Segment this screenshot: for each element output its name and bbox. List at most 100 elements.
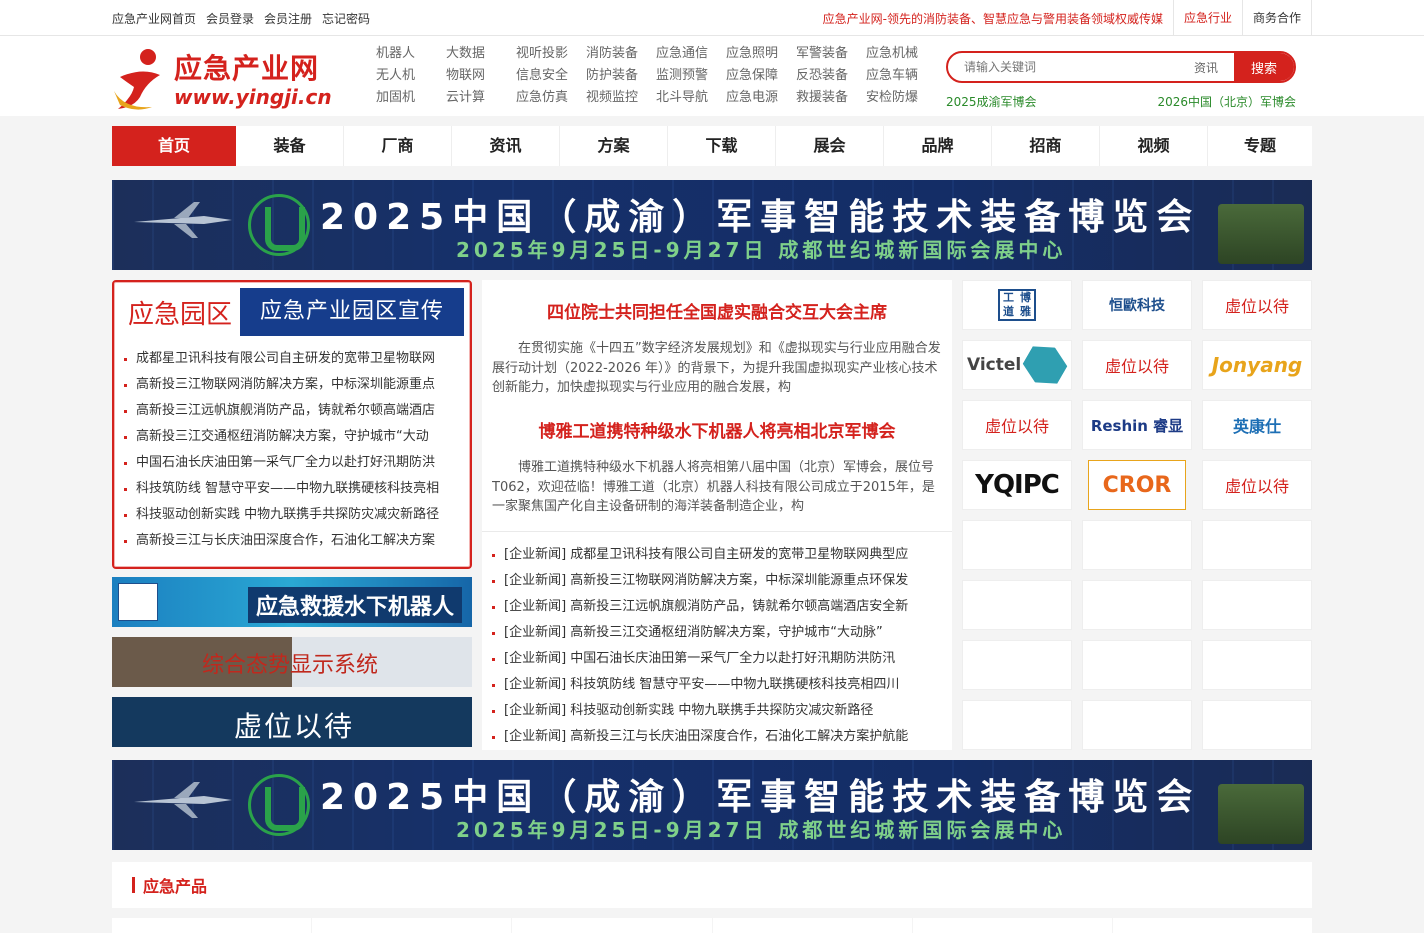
product-card[interactable] [712, 918, 912, 933]
category-link[interactable]: 机器人 [376, 45, 446, 63]
category-link[interactable]: 反恐装备 [796, 67, 866, 85]
news-item[interactable]: [企业新闻] 高新投三江物联网消防解决方案，中标深圳能源重点环保发 [492, 568, 942, 594]
news-item[interactable]: [企业新闻] 科技筑防线 智慧守平安——中物九联携硬核科技亮相四川 [492, 672, 942, 698]
nav-news[interactable]: 资讯 [452, 126, 560, 166]
banner-subtitle: 2025年9月25日-9月27日 成都世纪城新国际会展中心 [456, 238, 1067, 262]
category-link[interactable]: 云计算 [446, 89, 516, 107]
brand-slot-empty [962, 640, 1072, 690]
product-card[interactable] [1112, 918, 1313, 933]
brand-victel[interactable]: Victel [962, 340, 1072, 390]
nav-solutions[interactable]: 方案 [560, 126, 668, 166]
category-link[interactable]: 消防装备 [586, 45, 656, 63]
nav-exhibitions[interactable]: 展会 [776, 126, 884, 166]
category-link[interactable]: 应急通信 [656, 45, 726, 63]
feature-title[interactable]: 博雅工道携特种级水下机器人将亮相北京军博会 [492, 417, 942, 442]
expo-link-chengyu[interactable]: 2025成渝军博会 [946, 93, 1037, 110]
search-type-select[interactable]: 资讯 [1194, 59, 1218, 76]
boya-logo-icon [118, 583, 158, 621]
category-link[interactable]: 信息安全 [516, 67, 586, 85]
category-link[interactable]: 监测预警 [656, 67, 726, 85]
register-link[interactable]: 会员注册 [264, 10, 312, 27]
list-item[interactable]: 成都星卫讯科技有限公司自主研发的宽带卫星物联网 [120, 346, 464, 372]
news-item[interactable]: [企业新闻] 科技驱动创新实践 中物九联携手共探防灾减灾新路径 [492, 698, 942, 724]
category-link[interactable]: 视频监控 [586, 89, 656, 107]
category-link[interactable]: 防护装备 [586, 67, 656, 85]
category-link[interactable]: 应急保障 [726, 67, 796, 85]
site-logo[interactable]: 应急产业网 www.yingji.cn [112, 41, 342, 111]
expo-banner-top[interactable]: 2025中国（成渝）军事智能技术装备博览会 2025年9月25日-9月27日 成… [112, 180, 1312, 270]
login-link[interactable]: 会员登录 [206, 10, 254, 27]
home-link[interactable]: 应急产业网首页 [112, 10, 196, 27]
list-item[interactable]: 中国石油长庆油田第一采气厂全力以赴打好汛期防洪 [120, 450, 464, 476]
feature-title[interactable]: 四位院士共同担任全国虚实融合交互大会主席 [492, 298, 942, 323]
category-link[interactable]: 无人机 [376, 67, 446, 85]
nav-brands[interactable]: 品牌 [884, 126, 992, 166]
forgot-password-link[interactable]: 忘记密码 [322, 10, 370, 27]
ad-vacant[interactable]: 虚位以待 [112, 697, 472, 747]
list-item[interactable]: 高新投三江交通枢纽消防解决方案，守护城市“大动 [120, 424, 464, 450]
category-link[interactable]: 大数据 [446, 45, 516, 63]
category-link[interactable]: 应急照明 [726, 45, 796, 63]
category-link[interactable]: 安检防爆 [866, 89, 936, 107]
brand-yqipc[interactable]: YQIPC [962, 460, 1072, 510]
category-link[interactable]: 物联网 [446, 67, 516, 85]
nav-home[interactable]: 首页 [112, 126, 236, 166]
category-link[interactable]: 应急车辆 [866, 67, 936, 85]
industry-link[interactable]: 应急行业 [1172, 0, 1242, 36]
list-item[interactable]: 高新投三江物联网消防解决方案，中标深圳能源重点 [120, 372, 464, 398]
nav-downloads[interactable]: 下载 [668, 126, 776, 166]
expo-link-beijing[interactable]: 2026中国（北京）军博会 [1157, 93, 1296, 110]
search-button[interactable]: 搜索 [1234, 53, 1294, 81]
brand-reshin[interactable]: Reshin 睿显 [1082, 400, 1192, 450]
business-link[interactable]: 商务合作 [1241, 0, 1312, 36]
list-item[interactable]: 高新投三江远帆旗舰消防产品，铸就希尔顿高端酒店 [120, 398, 464, 424]
nav-topics[interactable]: 专题 [1208, 126, 1312, 166]
brand-vacant[interactable]: 虚位以待 [962, 400, 1072, 450]
nav-equipment[interactable]: 装备 [236, 126, 344, 166]
news-item[interactable]: [企业新闻] 高新投三江远帆旗舰消防产品，铸就希尔顿高端酒店安全新 [492, 594, 942, 620]
news-item[interactable]: [企业新闻] 高新投三江交通枢纽消防解决方案，守护城市“大动脉” [492, 620, 942, 646]
list-item[interactable]: 高新投三江与长庆油田深度合作，石油化工解决方案 [120, 528, 464, 554]
news-list: [企业新闻] 成都星卫讯科技有限公司自主研发的宽带卫星物联网典型应 [企业新闻]… [482, 532, 952, 750]
category-link[interactable]: 应急电源 [726, 89, 796, 107]
brand-jonyang[interactable]: Jonyang [1202, 340, 1312, 390]
category-link[interactable]: 加固机 [376, 89, 446, 107]
expo-emblem-icon [248, 774, 310, 836]
ad-situation-display[interactable]: 综合态势显示系统 [112, 637, 472, 687]
brand-name: 恒歐科技 [1109, 298, 1165, 314]
product-card[interactable] [512, 918, 712, 933]
list-item[interactable]: 科技筑防线 智慧守平安——中物九联携硬核科技亮相 [120, 476, 464, 502]
category-link[interactable]: 视听投影 [516, 45, 586, 63]
category-link[interactable]: 北斗导航 [656, 89, 726, 107]
main-content: 应急园区 应急产业园区宣传 成都星卫讯科技有限公司自主研发的宽带卫星物联网 高新… [112, 280, 1312, 750]
news-item[interactable]: [企业新闻] 高新投三江与长庆油田深度合作，石油化工解决方案护航能 [492, 724, 942, 750]
brand-hengou[interactable]: 恒歐科技 [1082, 280, 1192, 330]
category-link[interactable]: 军警装备 [796, 45, 866, 63]
ad-underwater-robot[interactable]: 应急救援水下机器人 [112, 577, 472, 627]
news-item[interactable]: [企业新闻] 成都星卫讯科技有限公司自主研发的宽带卫星物联网典型应 [492, 542, 942, 568]
vacant-label: 虚位以待 [1224, 477, 1289, 496]
category-link[interactable]: 应急仿真 [516, 89, 586, 107]
park-header: 应急园区 应急产业园区宣传 [120, 286, 464, 338]
expo-banner-bottom[interactable]: 2025中国（成渝）军事智能技术装备博览会 2025年9月25日-9月27日 成… [112, 760, 1312, 850]
brand-steps[interactable]: 英康仕 [1202, 400, 1312, 450]
nav-investment[interactable]: 招商 [992, 126, 1100, 166]
category-link[interactable]: 救援装备 [796, 89, 866, 107]
brand-name: Jonyang [1211, 353, 1303, 377]
product-card[interactable] [912, 918, 1112, 933]
category-link[interactable]: 应急机械 [866, 45, 936, 63]
product-card[interactable] [312, 918, 512, 933]
news-item[interactable]: [企业新闻] 中国石油长庆油田第一采气厂全力以赴打好汛期防洪防汛 [492, 646, 942, 672]
nav-videos[interactable]: 视频 [1100, 126, 1208, 166]
brand-vacant[interactable]: 虚位以待 [1202, 460, 1312, 510]
brand-slot-empty [1082, 520, 1192, 570]
search-input[interactable] [948, 60, 1194, 74]
nav-vendors[interactable]: 厂商 [344, 126, 452, 166]
brand-vacant[interactable]: 虚位以待 [1082, 340, 1192, 390]
brand-boya[interactable]: 工 博 道 雅 [962, 280, 1072, 330]
brand-vacant[interactable]: 虚位以待 [1202, 280, 1312, 330]
park-title[interactable]: 应急产业园区宣传 [240, 288, 464, 336]
list-item[interactable]: 科技驱动创新实践 中物九联携手共探防灾减灾新路径 [120, 502, 464, 528]
brand-cror[interactable]: CROR [1088, 460, 1186, 510]
product-card[interactable] [112, 918, 312, 933]
